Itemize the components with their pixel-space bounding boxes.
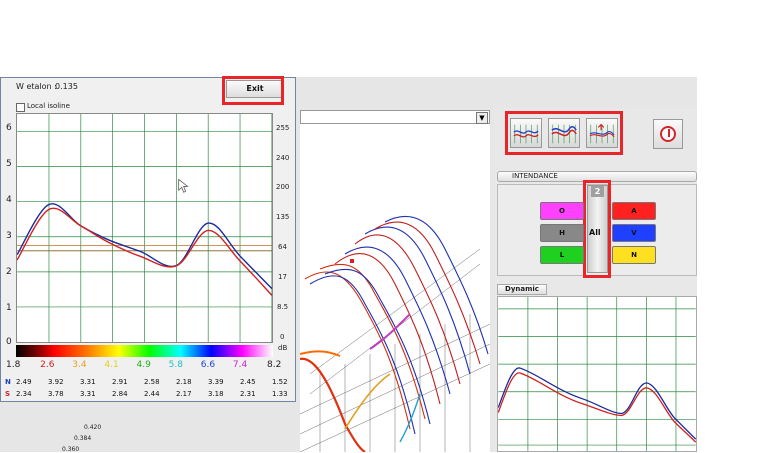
y-tick-3: 3	[6, 231, 12, 241]
y-tick-2: 2	[6, 267, 12, 277]
row-value: 3.18	[208, 390, 224, 398]
row-value: 2.17	[176, 390, 192, 398]
color-scale-tick: 6.6	[200, 360, 216, 370]
row-value: 2.91	[112, 378, 128, 386]
row-value: 2.18	[176, 378, 192, 386]
chart-gridlines	[17, 114, 272, 342]
row-value: 1.52	[272, 378, 288, 386]
local-isoline-label: Local isoline	[27, 102, 70, 110]
toolbar-highlight-box	[505, 111, 623, 155]
right-tick-135: 135	[276, 213, 290, 221]
right-tick-255: 255	[276, 124, 290, 132]
row-value: 2.44	[144, 390, 160, 398]
marker-point	[350, 259, 354, 263]
surface-curves	[300, 215, 489, 452]
axis-label-1: 0.420	[84, 424, 102, 431]
cursor-icon	[178, 178, 189, 193]
y-tick-4: 4	[6, 195, 12, 205]
color-scale-bar	[16, 345, 273, 357]
color-scale-tick: 4.9	[136, 360, 151, 370]
row-label: N	[5, 378, 11, 386]
power-button[interactable]	[653, 119, 683, 149]
row-label: S	[5, 390, 11, 398]
y-tick-0: 0	[6, 337, 12, 347]
w-etalon-label: W etalon :	[16, 82, 57, 91]
y-tick-6: 6	[6, 123, 12, 133]
row-value: 3.92	[48, 378, 64, 386]
right-tick-8-5: 8.5	[277, 303, 289, 311]
surface-grid	[300, 248, 490, 452]
w-etalon-value: 0.135	[55, 82, 78, 91]
y-tick-5: 5	[6, 159, 12, 169]
right-tick-0: 0	[280, 333, 285, 341]
power-icon-bar	[668, 129, 670, 137]
color-scale-tick: 8.2	[267, 360, 282, 370]
local-isoline-checkbox[interactable]	[16, 103, 25, 112]
intendance-button-l[interactable]: L	[540, 246, 584, 264]
row-value: 3.31	[80, 378, 96, 386]
intendance-button-v[interactable]: V	[612, 224, 656, 242]
row-value: 3.78	[48, 390, 64, 398]
row-value: 2.45	[240, 378, 256, 386]
chevron-down-icon[interactable]: ▼	[476, 112, 488, 124]
dynamic-gridlines	[498, 297, 696, 451]
color-scale-tick: 1.8	[6, 360, 21, 370]
row-value: 2.84	[112, 390, 128, 398]
color-scale-tick: 2.6	[40, 360, 55, 370]
intendance-button-n[interactable]: N	[612, 246, 656, 264]
right-tick-240: 240	[276, 154, 290, 162]
row-value: 2.34	[16, 390, 32, 398]
surface-3d-view[interactable]	[300, 124, 490, 452]
view-select[interactable]: ▼	[300, 110, 490, 124]
right-tick-200: 200	[276, 183, 290, 191]
color-scale-tick: 4.1	[104, 360, 119, 370]
color-scale-tick: 5.8	[168, 360, 183, 370]
isoline-chart[interactable]	[16, 113, 273, 343]
row-value: 3.31	[80, 390, 96, 398]
row-value: 2.31	[240, 390, 256, 398]
row-value: 2.49	[16, 378, 32, 386]
intendance-button-o[interactable]: O	[540, 202, 584, 220]
right-unit-db: dB	[278, 344, 288, 352]
all-highlight-box	[583, 180, 611, 278]
dynamic-header[interactable]: Dynamic	[497, 284, 547, 295]
row-value: 2.58	[144, 378, 160, 386]
color-scale-tick: 7.4	[232, 360, 248, 370]
intendance-button-h[interactable]: H	[540, 224, 584, 242]
axis-label-2: 0.384	[74, 435, 92, 442]
exit-highlight-box	[222, 76, 284, 105]
dynamic-chart[interactable]	[497, 296, 697, 452]
y-tick-1: 1	[6, 303, 12, 313]
row-value: 3.39	[208, 378, 224, 386]
color-scale-tick: 3.4	[72, 360, 87, 370]
intendance-button-a[interactable]: A	[612, 202, 656, 220]
row-value: 1.33	[272, 390, 288, 398]
right-tick-17: 17	[278, 273, 287, 281]
right-tick-64: 64	[278, 243, 287, 251]
